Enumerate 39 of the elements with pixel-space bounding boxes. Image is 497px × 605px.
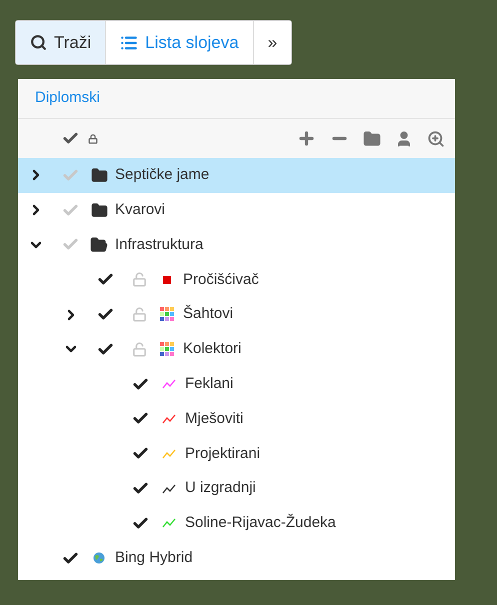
layer-name: Pročišćivač xyxy=(183,270,259,290)
globe-icon xyxy=(93,552,105,564)
layer-name: Septičke jame xyxy=(115,165,210,186)
lock-all-icon[interactable] xyxy=(88,132,98,146)
panel-title: Diplomski xyxy=(35,88,100,108)
layer-row[interactable]: Soline-Rijavac-Žudeka xyxy=(18,506,455,541)
layer-row[interactable]: Šahtovi xyxy=(18,297,455,332)
zoom-in-icon[interactable] xyxy=(427,130,445,148)
layer-row[interactable]: Mješoviti xyxy=(18,402,455,436)
layer-row[interactable]: U izgradnji xyxy=(18,471,455,506)
layer-row[interactable]: Bing Hybrid xyxy=(18,540,455,576)
folder-icon xyxy=(90,166,108,184)
layer-name: Feklani xyxy=(185,374,234,394)
folder-icon xyxy=(90,202,108,219)
color-grid-icon xyxy=(160,342,174,357)
layer-name: U izgradnji xyxy=(185,478,256,498)
open-folder-icon xyxy=(90,236,108,254)
list-icon xyxy=(120,34,138,52)
toolbar-tab[interactable]: Traži xyxy=(16,21,106,64)
layer-row[interactable]: Pročišćivač xyxy=(18,262,455,298)
layer-row[interactable]: Kolektori xyxy=(18,332,455,367)
layer-row[interactable]: Septičke jame xyxy=(18,158,455,193)
layer-name: Bing Hybrid xyxy=(115,548,193,568)
layer-name: Šahtovi xyxy=(183,304,234,324)
layer-name: Kvarovi xyxy=(115,200,166,220)
layer-row[interactable]: Infrastruktura xyxy=(18,228,455,262)
layer-row[interactable]: Projektirani xyxy=(18,436,455,472)
layer-row[interactable]: Feklani xyxy=(18,366,455,402)
color-grid-icon xyxy=(160,307,174,322)
layer-name: Soline-Rijavac-Žudeka xyxy=(185,512,336,534)
layer-name: Projektirani xyxy=(185,444,260,464)
layer-name: Mješoviti xyxy=(185,408,244,429)
search-icon xyxy=(30,34,47,51)
user-icon[interactable] xyxy=(395,130,413,148)
layer-name: Kolektori xyxy=(183,339,242,360)
folder-icon[interactable] xyxy=(363,130,381,148)
layer-name: Infrastruktura xyxy=(115,234,204,255)
add-icon[interactable] xyxy=(297,129,316,148)
layer-row[interactable]: Kvarovi xyxy=(18,192,455,228)
